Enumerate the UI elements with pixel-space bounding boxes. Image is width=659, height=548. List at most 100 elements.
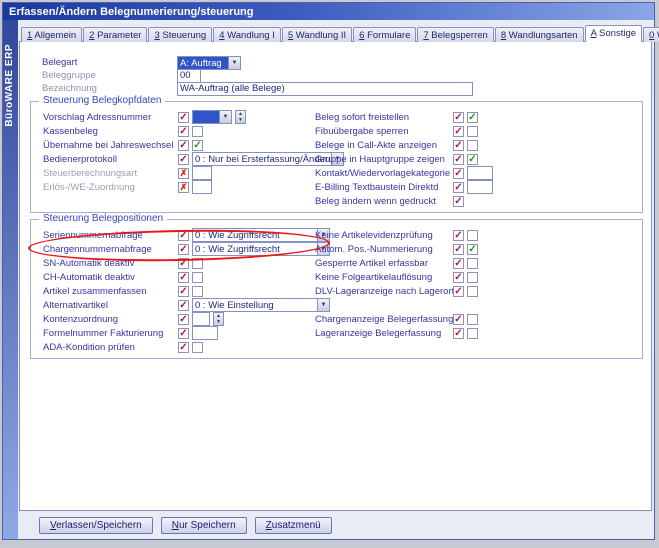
tab-4-wandlung-i[interactable]: 4 Wandlung I [213,27,281,42]
checkbox[interactable]: ✓ [453,258,464,269]
checkbox[interactable]: ✓ [453,168,464,179]
tab-1-allgemein[interactable]: 1 Allgemein [21,27,82,42]
row-controls: ✗ [178,180,212,194]
checkbox[interactable] [192,272,203,283]
dropdown[interactable]: 0 : Wie Einstellung▼ [192,298,330,312]
dropdown[interactable]: ▼ [192,110,232,124]
row-controls: ✓ [453,180,493,194]
checkbox[interactable]: ✓ [453,196,464,207]
verlassen-speichern-button[interactable]: Verlassen/Speichern [39,517,153,534]
checkbox[interactable]: ✓ [467,112,478,123]
checkbox[interactable]: ✓ [453,154,464,165]
checkbox[interactable]: ✓ [467,154,478,165]
form-row: Formelnummer Fakturierung✓ [43,326,315,340]
checkbox[interactable]: ✓ [453,140,464,151]
zusatzmenu-button[interactable]: Zusatzmenü [255,517,332,534]
checkbox[interactable]: ✓ [178,300,189,311]
checkbox[interactable]: ✓ [178,328,189,339]
text-input[interactable] [192,180,212,194]
spinner-control[interactable]: ▲▼ [235,110,246,124]
checkbox[interactable]: ✓ [178,244,189,255]
checkbox[interactable]: ✓ [453,286,464,297]
bezeichnung-row: Bezeichnung [42,82,651,95]
field-label: Kassenbeleg [43,126,178,137]
field-label: Kontakt/Wiedervorlagekategorie [315,168,453,179]
checkbox[interactable]: ✓ [453,328,464,339]
checkbox[interactable]: ✓ [178,140,189,151]
field-label: Steuerberechnungsart [43,168,178,179]
checkbox[interactable]: ✓ [178,154,189,165]
form-row: Steuerberechnungsart✗ [43,166,315,180]
title-bar[interactable]: Erfassen/Ändern Belegnumerierung/steueru… [3,3,654,20]
checkbox[interactable]: ✓ [192,140,203,151]
tab-8-wandlungsarten[interactable]: 8 Wandlungsarten [495,27,584,42]
checkbox[interactable]: ✓ [453,112,464,123]
belegart-label: Belegart [42,57,177,68]
tab-a-sonstige[interactable]: A Sonstige [585,25,642,42]
checkbox[interactable]: ✓ [453,230,464,241]
tab-3-steuerung[interactable]: 3 Steuerung [148,27,212,42]
row-controls: ✓ [453,126,478,137]
kopf-right-column: Beleg sofort freistellen✓✓Fibuübergabe s… [315,110,638,208]
checkbox[interactable] [467,230,478,241]
checkbox[interactable]: ✓ [453,314,464,325]
spinner-control[interactable]: ▲▼ [213,312,224,326]
tab-2-parameter[interactable]: 2 Parameter [83,27,147,42]
field-label: Erlös-/WE-Zuordnung [43,182,178,193]
tab-6-formulare[interactable]: 6 Formulare [353,27,416,42]
checkbox[interactable]: ✓ [178,112,189,123]
tab-0-wfl-tb[interactable]: 0 WFL/TB [643,27,659,42]
kopfdaten-legend: Steuerung Belegkopfdaten [39,95,165,106]
dropdown-arrow-icon[interactable]: ▼ [219,111,231,123]
checkbox[interactable] [467,328,478,339]
dropdown[interactable]: 0 : Wie Zugriffsrecht▼ [192,228,330,242]
form-row: Übernahme bei Jahreswechsel✓✓ [43,138,315,152]
checkbox[interactable]: ✓ [467,244,478,255]
checkbox[interactable]: ✓ [178,342,189,353]
checkbox[interactable] [467,314,478,325]
checkbox[interactable]: ✓ [453,244,464,255]
form-row: Bedienerprotokoll✓0 : Nur bei Ersterfass… [43,152,315,166]
dropdown[interactable]: 0 : Wie Zugriffsrecht▼ [192,242,330,256]
checkbox[interactable]: ✓ [178,126,189,137]
text-input[interactable] [192,166,212,180]
tab-5-wandlung-ii[interactable]: 5 Wandlung II [282,27,352,42]
row-controls: ✓✓ [453,244,478,255]
form-row: Keine Artikelevidenzprüfung✓ [315,228,638,242]
belegart-dropdown[interactable]: A: Auftrag ▼ [177,56,241,70]
checkbox[interactable] [467,140,478,151]
nur-speichern-button[interactable]: Nur Speichern [161,517,247,534]
dropdown-value: 0 : Nur bei Ersterfassung/Änderung [193,153,331,165]
checkbox[interactable] [192,286,203,297]
checkbox[interactable] [467,126,478,137]
dialog-window: Erfassen/Ändern Belegnumerierung/steueru… [2,2,655,540]
checkbox[interactable] [192,258,203,269]
checkbox[interactable]: ✓ [178,272,189,283]
checkbox[interactable] [467,258,478,269]
beleggruppe-input[interactable] [177,69,201,83]
row-controls: ✓ [453,140,478,151]
text-input[interactable] [467,166,493,180]
checkbox[interactable]: ✗ [178,182,189,193]
tab-7-belegsperren[interactable]: 7 Belegsperren [417,27,493,42]
checkbox[interactable]: ✓ [453,272,464,283]
pos-right-column: Keine Artikelevidenzprüfung✓Autom. Pos.-… [315,228,638,354]
checkbox[interactable] [467,286,478,297]
checkbox[interactable]: ✓ [453,182,464,193]
checkbox[interactable]: ✓ [453,126,464,137]
bezeichnung-input[interactable] [177,82,473,96]
field-label: ADA-Kondition prüfen [43,342,178,353]
checkbox[interactable]: ✓ [178,314,189,325]
checkbox[interactable]: ✓ [178,258,189,269]
beleggruppe-label: Beleggruppe [42,70,177,81]
checkbox[interactable] [467,272,478,283]
dropdown-arrow-icon[interactable]: ▼ [228,57,240,69]
text-input[interactable] [192,312,210,326]
checkbox[interactable]: ✓ [178,230,189,241]
checkbox[interactable] [192,126,203,137]
checkbox[interactable] [192,342,203,353]
checkbox[interactable]: ✓ [178,286,189,297]
text-input[interactable] [192,326,218,340]
text-input[interactable] [467,180,493,194]
checkbox[interactable]: ✗ [178,168,189,179]
